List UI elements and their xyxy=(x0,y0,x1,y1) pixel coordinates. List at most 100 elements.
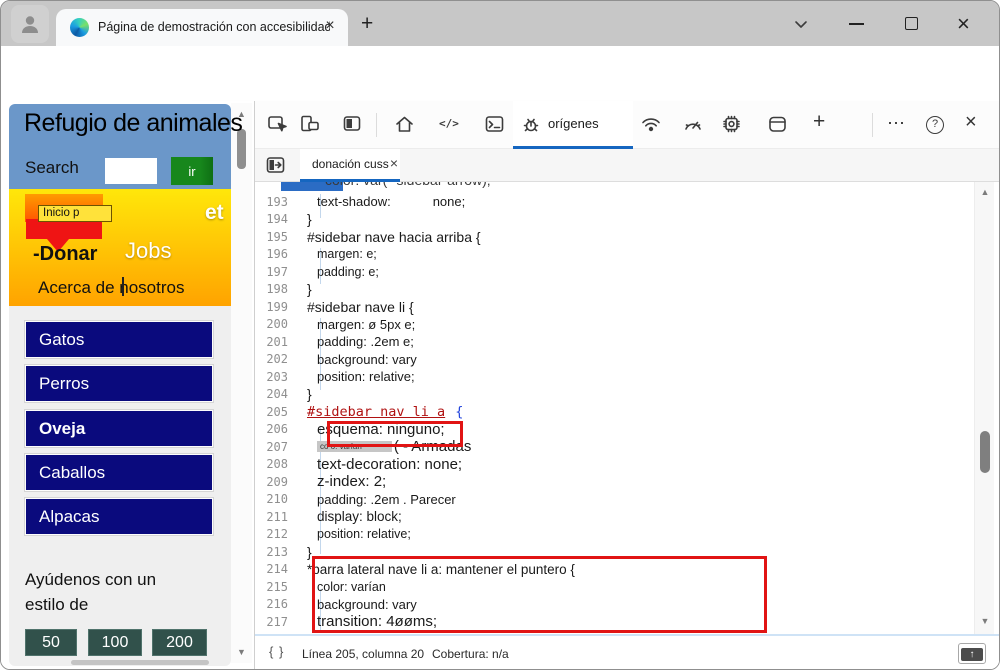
devtools-toolbar: </> orígenes xyxy=(255,101,1000,149)
code-line-205[interactable]: 205#sidebar nav li a { xyxy=(255,403,975,421)
nav-link-about[interactable]: Acerca de nosotros xyxy=(38,278,184,298)
export-icon[interactable]: ↑ xyxy=(958,643,986,664)
page-hscrollbar-thumb[interactable] xyxy=(71,660,209,665)
help-text-line2: estilo de xyxy=(25,595,88,615)
code-line-192-partial: color: var(--sidebar-arrow); xyxy=(325,182,491,188)
window-close-button[interactable]: × xyxy=(957,1,970,46)
page-header: Refugio de animales Search ir xyxy=(9,104,231,189)
help-text-line1: Ayúdenos con un xyxy=(25,570,156,590)
search-label: Search xyxy=(25,158,79,178)
toolbar-separator xyxy=(376,113,377,137)
animal-button-gatos[interactable]: Gatos xyxy=(25,321,213,358)
cursor-position-text: Línea 205, columna 20 xyxy=(302,647,424,661)
toggle-navigator-icon[interactable] xyxy=(265,155,286,181)
content-area: Refugio de animales Search ir Inicio p e… xyxy=(1,101,1000,670)
nav-pin xyxy=(26,219,102,239)
animal-list: Gatos Perros Oveja Caballos Alpacas Ayúd… xyxy=(9,306,231,666)
amount-button-100[interactable]: 100 xyxy=(88,629,142,656)
nav-link-donate[interactable]: -Donar xyxy=(33,243,97,266)
person-icon xyxy=(18,12,42,36)
animal-button-caballos[interactable]: Caballos xyxy=(25,454,213,491)
page-nav: Inicio p et -Donar Jobs Acerca de nosotr… xyxy=(9,189,231,306)
device-emulation-icon[interactable] xyxy=(299,114,321,140)
page-scrollbar[interactable]: ▲ ▼ xyxy=(231,103,252,663)
network-icon[interactable] xyxy=(640,114,662,140)
coverage-text: Cobertura: n/a xyxy=(432,647,509,661)
bug-icon xyxy=(521,114,541,134)
page-title: Refugio de animales xyxy=(24,109,242,138)
nav-link-pet[interactable]: et xyxy=(205,201,224,225)
nav-link-jobs[interactable]: Jobs xyxy=(125,238,171,264)
code-editor[interactable]: color: var(--sidebar-arrow); 193text-sha… xyxy=(255,182,1000,636)
application-icon[interactable] xyxy=(767,114,789,140)
help-icon[interactable]: ? xyxy=(926,116,944,134)
file-tab-label: donación cuss xyxy=(312,157,389,171)
animal-button-perros[interactable]: Perros xyxy=(25,365,213,402)
code-line-204[interactable]: 204} xyxy=(255,386,975,404)
editor-scrollbar[interactable]: ▲ ▼ xyxy=(974,182,994,636)
code-line-212[interactable]: 212position: relative; xyxy=(255,526,975,544)
tab-list-chevron-icon[interactable] xyxy=(791,1,811,46)
browser-tab[interactable]: Página de demostración con accesibilidad… xyxy=(56,9,348,46)
code-line-211[interactable]: 211display: block; xyxy=(255,508,975,526)
title-bar: Página de demostración con accesibilidad… xyxy=(1,1,999,46)
animal-button-oveja[interactable]: Oveja xyxy=(25,410,213,447)
add-panel-icon[interactable]: + xyxy=(813,110,825,134)
devtools-menu-icon[interactable]: ⋯ xyxy=(887,113,906,134)
tab-close-icon[interactable]: × xyxy=(320,17,340,35)
amount-button-50[interactable]: 50 xyxy=(25,629,77,656)
pretty-print-icon[interactable]: { } xyxy=(269,644,284,659)
code-line-196[interactable]: 196margen: e; xyxy=(255,246,975,264)
new-tab-button[interactable]: + xyxy=(361,1,373,46)
error-highlight-box-esquema xyxy=(327,421,463,447)
error-highlight-box-hover-rule xyxy=(312,556,767,633)
scroll-down-icon[interactable]: ▼ xyxy=(231,647,252,657)
code-line-195[interactable]: 195#sidebar nave hacia arriba { xyxy=(255,228,975,246)
code-line-198[interactable]: 198} xyxy=(255,281,975,299)
code-line-200[interactable]: 200margen: ø 5px e; xyxy=(255,316,975,334)
devtools-close-icon[interactable]: × xyxy=(965,111,977,134)
file-tab-bar: donación cuss × xyxy=(255,149,1000,182)
inspect-icon[interactable] xyxy=(267,114,288,140)
toolbar-separator xyxy=(872,113,873,137)
demo-page: Refugio de animales Search ir Inicio p e… xyxy=(1,101,254,670)
scroll-down-icon[interactable]: ▼ xyxy=(975,616,995,626)
code-line-210[interactable]: 210padding: .2em . Parecer xyxy=(255,491,975,509)
devtools-panel: </> orígenes xyxy=(254,101,1000,670)
memory-chip-icon[interactable] xyxy=(720,114,743,140)
editor-scrollbar-thumb[interactable] xyxy=(980,431,990,473)
code-line-194[interactable]: 194} xyxy=(255,211,975,229)
welcome-home-icon[interactable] xyxy=(394,114,415,140)
search-input[interactable] xyxy=(105,158,157,184)
navigation-bar: Herramientas de desarrollo 1 1 y-testing… xyxy=(1,46,999,101)
code-line-203[interactable]: 203position: relative; xyxy=(255,368,975,386)
scroll-up-icon[interactable]: ▲ xyxy=(975,187,995,197)
animal-button-alpacas[interactable]: Alpacas xyxy=(25,498,213,535)
minimize-button[interactable] xyxy=(849,1,864,46)
go-button[interactable]: ir xyxy=(171,157,213,185)
tab-sources[interactable]: orígenes xyxy=(513,101,633,149)
file-tab-donacion-css[interactable]: donación cuss × xyxy=(300,149,400,182)
maximize-button[interactable] xyxy=(905,1,918,46)
edge-logo-icon xyxy=(70,18,89,37)
code-line-201[interactable]: 201padding: .2em e; xyxy=(255,333,975,351)
inicio-tooltip: Inicio p xyxy=(38,205,112,222)
devtools-status-bar: { } Línea 205, columna 20 Cobertura: n/a… xyxy=(255,638,1000,670)
code-line-202[interactable]: 202background: vary xyxy=(255,351,975,369)
dock-side-icon[interactable] xyxy=(342,114,363,140)
text-caret xyxy=(122,277,124,296)
amount-button-200[interactable]: 200 xyxy=(152,629,207,656)
browser-window: Página de demostración con accesibilidad… xyxy=(0,0,1000,670)
performance-icon[interactable] xyxy=(682,114,704,140)
elements-panel-icon[interactable]: </> xyxy=(439,117,459,130)
code-line-208[interactable]: 208text-decoration: none; xyxy=(255,456,975,474)
code-line-199[interactable]: 199#sidebar nave li { xyxy=(255,298,975,316)
code-line-209[interactable]: 209z-index: 2; xyxy=(255,473,975,491)
file-tab-close-icon[interactable]: × xyxy=(390,155,398,171)
code-line-193[interactable]: 193text-shadow:none; xyxy=(255,193,975,211)
tab-title: Página de demostración con accesibilidad xyxy=(98,20,330,34)
profile-button[interactable] xyxy=(11,5,49,43)
code-line-197[interactable]: 197padding: e; xyxy=(255,263,975,281)
sources-tab-label: orígenes xyxy=(548,116,599,131)
console-panel-icon[interactable] xyxy=(484,114,505,140)
